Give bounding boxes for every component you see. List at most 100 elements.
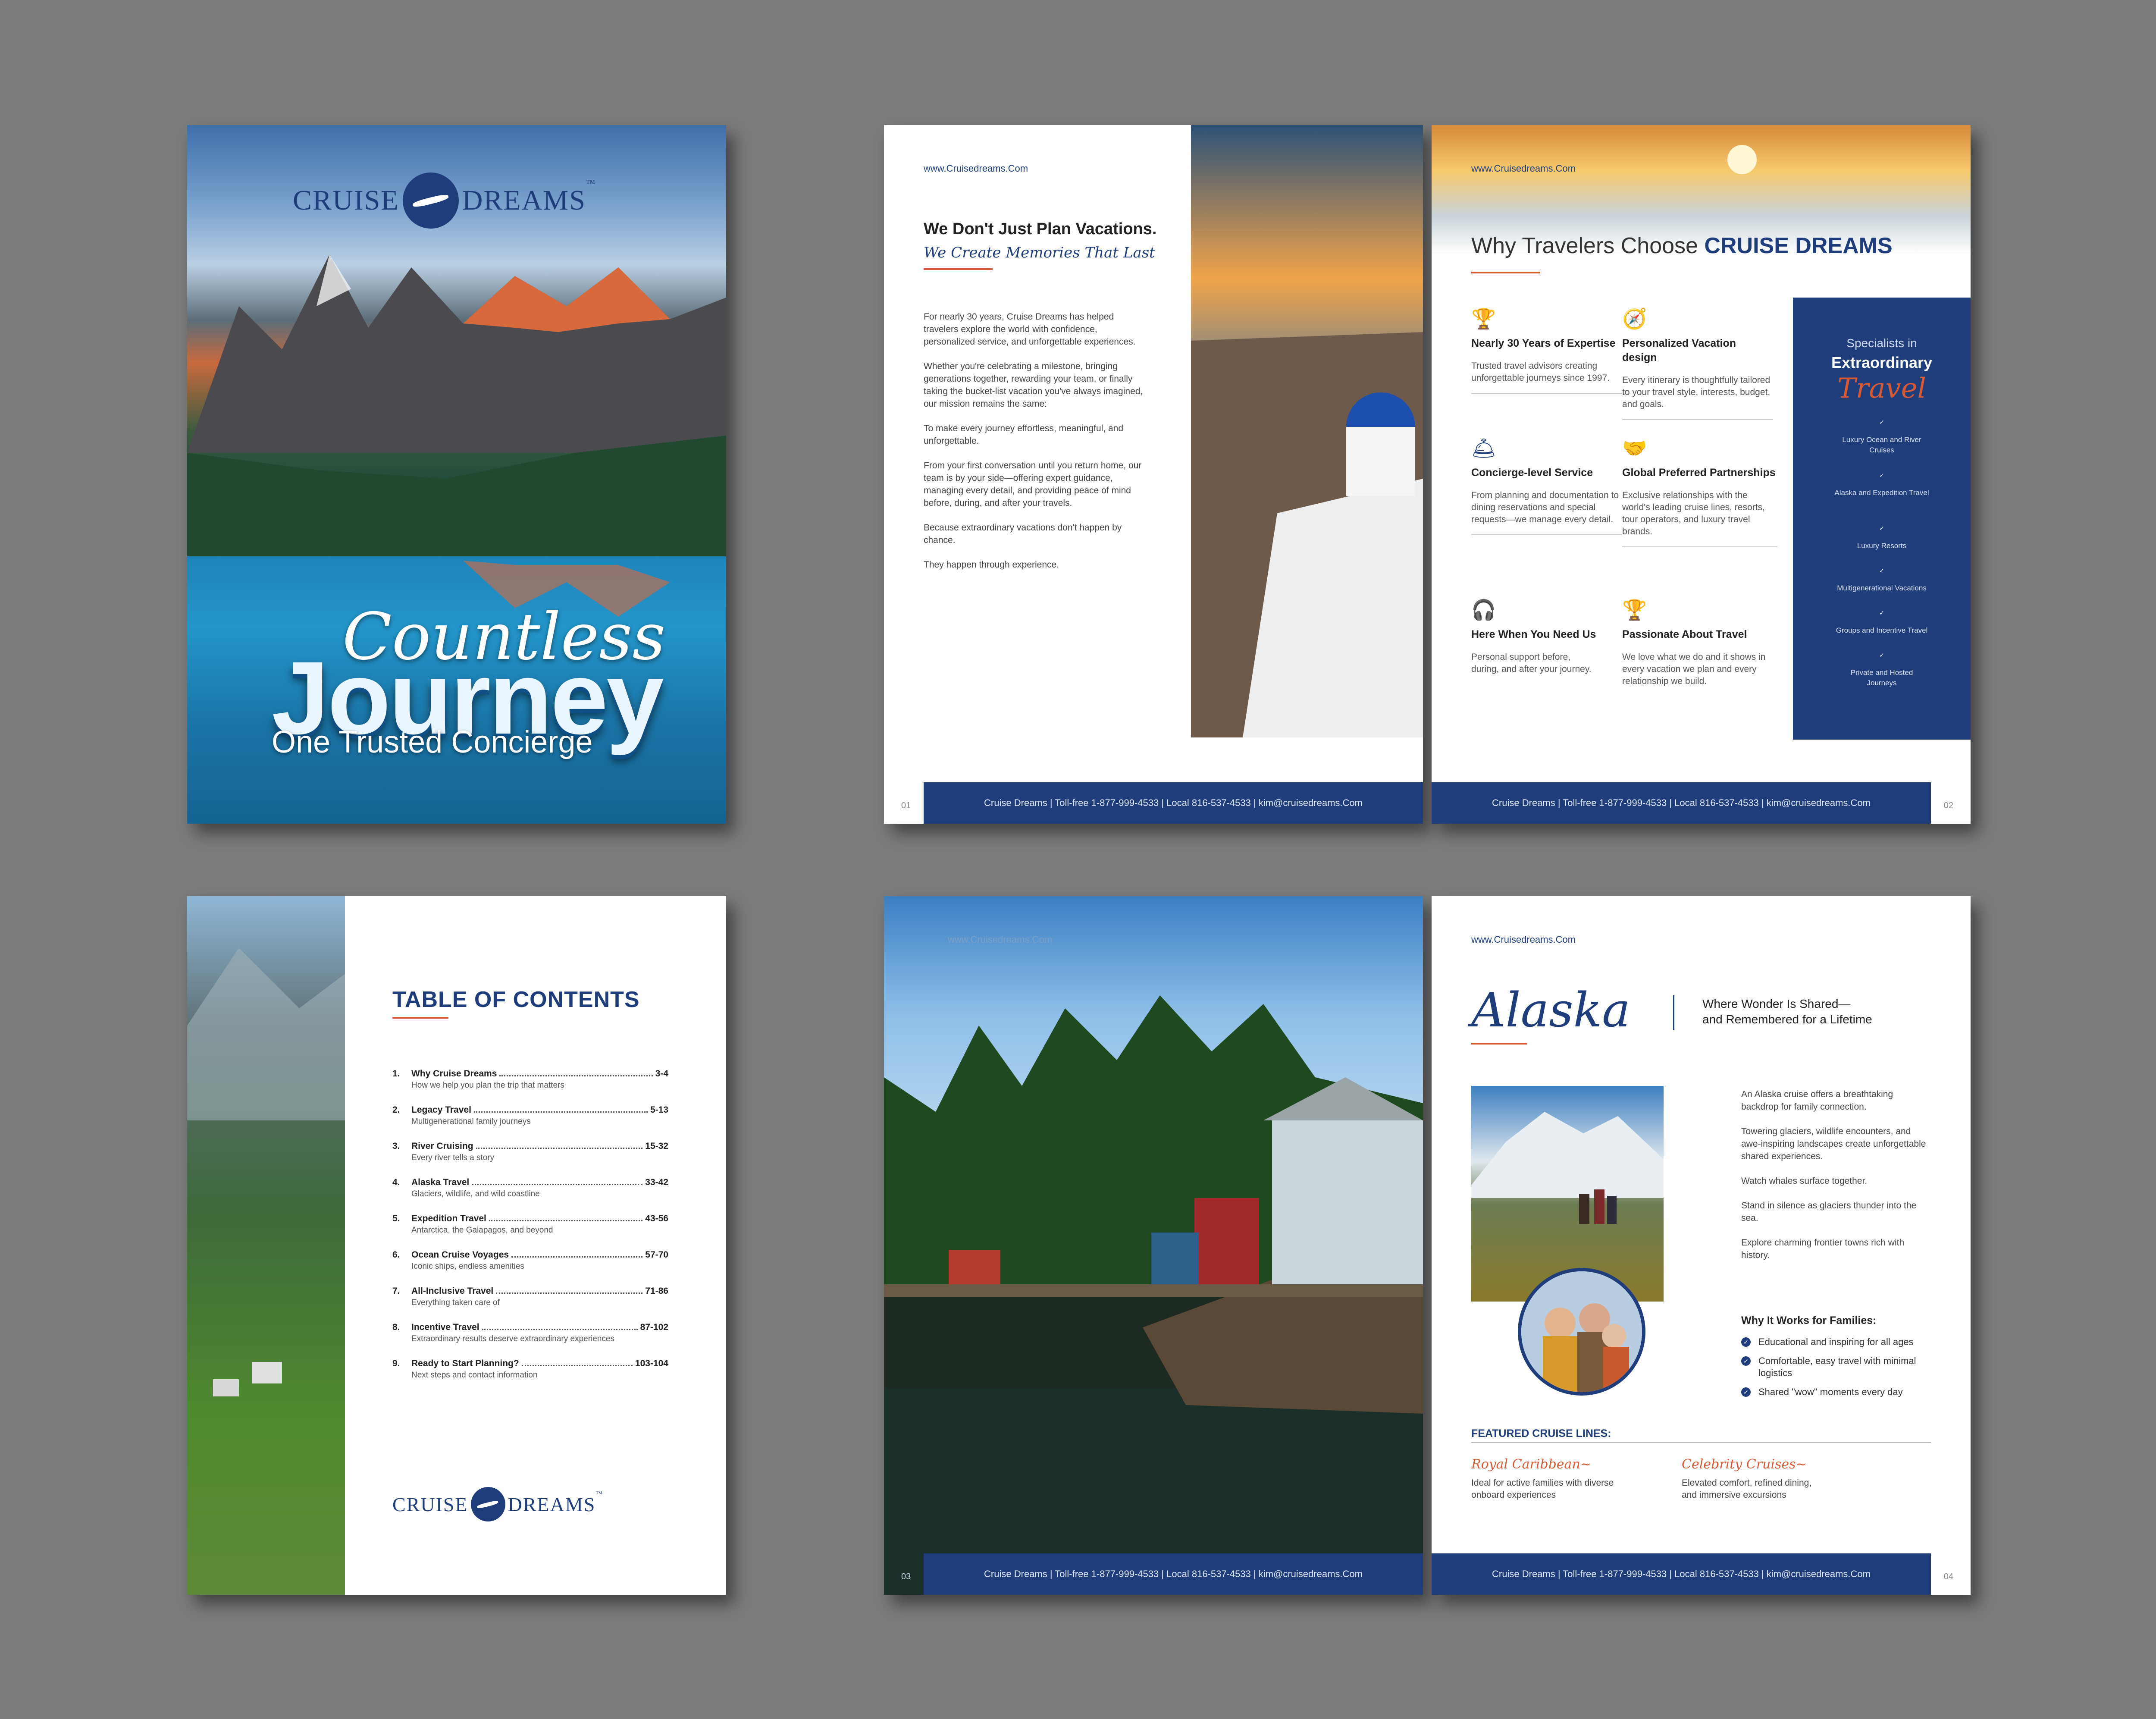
toc-item[interactable]: 2. Legacy Travel 5-13 Multigenerational fam… bbox=[392, 1105, 668, 1126]
leader-dots bbox=[476, 1141, 643, 1149]
leader-dots bbox=[511, 1250, 643, 1258]
check-icon: ✓ bbox=[1877, 566, 1887, 575]
page-01: www.Cruisedreams.Com We Don't Just Plan … bbox=[884, 125, 1423, 824]
paragraph: Towering glaciers, wildlife encounters, … bbox=[1741, 1126, 1926, 1161]
page-url: www.Cruisedreams.Com bbox=[924, 163, 1028, 174]
toc-item[interactable]: 4. Alaska Travel 33-42 Glaciers, wildlife, … bbox=[392, 1177, 668, 1199]
toc-item[interactable]: 8. Incentive Travel 87-102 Extraordinary re… bbox=[392, 1322, 668, 1344]
toc-sub: Every river tells a story bbox=[411, 1153, 495, 1162]
heading-underline bbox=[1471, 1043, 1527, 1045]
tagline-line2: and Remembered for a Lifetime bbox=[1702, 1013, 1872, 1026]
feature-passionate: 🏆 Passionate About Travel We love what w… bbox=[1622, 597, 1786, 687]
feature-title: Nearly 30 Years of Expertise bbox=[1471, 337, 1616, 349]
cruise-line-name: Celebrity Cruises~ bbox=[1682, 1457, 1807, 1472]
paragraph: Whether you're celebrating a milestone, … bbox=[924, 361, 1143, 409]
sidebar-item-label: Private and Hosted Journeys bbox=[1850, 668, 1913, 687]
leader-dots bbox=[473, 1105, 648, 1113]
page-footer: Cruise Dreams | Toll-free 1-877-999-4533… bbox=[1432, 1553, 1931, 1595]
page-number: 04 bbox=[1943, 1572, 1953, 1581]
sidebar-item-label: Alaska and Expedition Travel bbox=[1834, 489, 1929, 497]
page2-heading: Why Travelers Choose CRUISE DREAMS bbox=[1471, 233, 1893, 259]
alaska-title: Alaska bbox=[1471, 982, 1630, 1038]
page1-heading: We Don't Just Plan Vacations. bbox=[924, 220, 1157, 238]
toc-item[interactable]: 6. Ocean Cruise Voyages 57-70 Iconic ships,… bbox=[392, 1250, 668, 1271]
leader-dots bbox=[499, 1069, 653, 1076]
service-bell-icon: 🛎 bbox=[1471, 436, 1497, 459]
laurel-trophy-icon: 🏆 bbox=[1471, 307, 1496, 330]
sidebar-line1: Specialists in bbox=[1846, 336, 1917, 350]
divider bbox=[1622, 419, 1773, 420]
why-item: ✓ Educational and inspiring for all ages bbox=[1741, 1336, 1940, 1348]
featured-lines-title: FEATURED CRUISE LINES: bbox=[1471, 1427, 1611, 1440]
page-02: www.Cruisedreams.Com Why Travelers Choos… bbox=[1432, 125, 1971, 824]
paragraph: Watch whales surface together. bbox=[1741, 1176, 1868, 1186]
cover-subtitle: One Trusted Concierge bbox=[272, 725, 593, 759]
toc-item[interactable]: 3. River Cruising 15-32 Every river tells a… bbox=[392, 1141, 668, 1163]
toc-item[interactable]: 5. Expedition Travel 43-56 Antarctica, the … bbox=[392, 1214, 668, 1235]
toc-sub: Iconic ships, endless amenities bbox=[411, 1262, 524, 1271]
feature-partnerships: 🤝 Global Preferred Partnerships Exclusiv… bbox=[1622, 436, 1777, 547]
toc-pages: 15-32 bbox=[645, 1141, 668, 1151]
logo-word-left: CRUISE bbox=[293, 185, 399, 216]
sidebar-line2: Extraordinary bbox=[1831, 354, 1933, 371]
toc-sub: Multigenerational family journeys bbox=[411, 1117, 531, 1126]
alaska-body: An Alaska cruise offers a breathtaking b… bbox=[1741, 1088, 1931, 1274]
sidebar-item-label: Multigenerational Vacations bbox=[1837, 584, 1927, 592]
check-icon: ✓ bbox=[1741, 1387, 1751, 1397]
compass-icon: 🧭 bbox=[1622, 307, 1647, 330]
cruise-line-royal: Royal Caribbean~ Ideal for active famili… bbox=[1471, 1457, 1635, 1501]
toc-pages: 3-4 bbox=[655, 1069, 668, 1079]
toc-num: 1. bbox=[392, 1069, 400, 1079]
santorini-sunset-photo bbox=[1191, 125, 1423, 737]
toc-item[interactable]: 7. All-Inclusive Travel 71-86 Everything ta… bbox=[392, 1286, 668, 1308]
leader-dots bbox=[482, 1322, 638, 1330]
toc-entry-title: All-Inclusive Travel bbox=[411, 1286, 494, 1296]
title-divider bbox=[1673, 995, 1674, 1030]
page-number: 03 bbox=[901, 1572, 911, 1581]
check-icon: ✓ bbox=[1877, 471, 1887, 480]
logo-trademark: ™ bbox=[586, 178, 596, 188]
page-03: www.Cruisedreams.Com Cruise Dreams | Tol… bbox=[884, 896, 1423, 1595]
sidebar-item: ✓ Multigenerational Vacations bbox=[1793, 566, 1971, 608]
feature-desc: We love what we do and it shows in every… bbox=[1622, 652, 1766, 686]
sidebar-item-label: Luxury Resorts bbox=[1857, 542, 1907, 550]
toc-pages: 71-86 bbox=[645, 1286, 668, 1296]
toc-item[interactable]: 9. Ready to Start Planning? 103-104 Next st… bbox=[392, 1358, 668, 1380]
toc-logo: CRUISE DREAMS ™ bbox=[392, 1487, 603, 1521]
brochure-cover: CRUISE DREAMS ™ Countless Journey One Tr… bbox=[187, 125, 726, 824]
feature-title: Concierge-level Service bbox=[1471, 467, 1593, 479]
sidebar-item: ✓ Groups and Incentive Travel bbox=[1793, 608, 1971, 650]
handshake-icon: 🤝 bbox=[1622, 436, 1647, 459]
toc-num: 5. bbox=[392, 1214, 400, 1223]
cover-logo: CRUISE DREAMS ™ bbox=[293, 173, 596, 229]
feature-desc: Exclusive relationships with the world's… bbox=[1622, 490, 1765, 536]
feature-title: Global Preferred Partnerships bbox=[1622, 467, 1776, 479]
toc-pages: 103-104 bbox=[635, 1358, 668, 1368]
divider bbox=[1471, 534, 1622, 535]
cruise-line-desc: Ideal for active families with diverse o… bbox=[1471, 1478, 1614, 1500]
feature-title: Here When You Need Us bbox=[1471, 628, 1596, 640]
why-families-list: ✓ Educational and inspiring for all ages … bbox=[1741, 1336, 1940, 1405]
heading-underline bbox=[924, 268, 993, 270]
tagline-line1: Where Wonder Is Shared— bbox=[1702, 997, 1851, 1010]
paragraph: Because extraordinary vacations don't ha… bbox=[924, 523, 1122, 545]
toc-entry-title: Ocean Cruise Voyages bbox=[411, 1250, 509, 1260]
toc-num: 8. bbox=[392, 1322, 400, 1332]
toc-title: TABLE OF CONTENTS bbox=[392, 987, 640, 1012]
cruise-line-celebrity: Celebrity Cruises~ Elevated comfort, ref… bbox=[1682, 1457, 1820, 1501]
logo-globe-icon bbox=[470, 1487, 505, 1521]
toc-num: 4. bbox=[392, 1177, 400, 1187]
toc-list: 1. Why Cruise Dreams 3-4 How we help you pl… bbox=[392, 1069, 668, 1395]
paragraph: They happen through experience. bbox=[924, 560, 1059, 570]
leader-dots bbox=[496, 1286, 643, 1294]
logo-word-right: DREAMS bbox=[462, 185, 586, 216]
why-item: ✓ Shared "wow" moments every day bbox=[1741, 1386, 1940, 1398]
toc-item[interactable]: 1. Why Cruise Dreams 3-4 How we help you pl… bbox=[392, 1069, 668, 1090]
toc-sub: Glaciers, wildlife, and wild coastline bbox=[411, 1189, 540, 1198]
paragraph: An Alaska cruise offers a breathtaking b… bbox=[1741, 1089, 1893, 1112]
logo-globe-icon bbox=[402, 173, 459, 229]
page-number: 02 bbox=[1943, 801, 1953, 810]
check-icon: ✓ bbox=[1877, 650, 1887, 660]
toc-entry-title: Why Cruise Dreams bbox=[411, 1069, 497, 1079]
check-icon: ✓ bbox=[1877, 524, 1887, 533]
